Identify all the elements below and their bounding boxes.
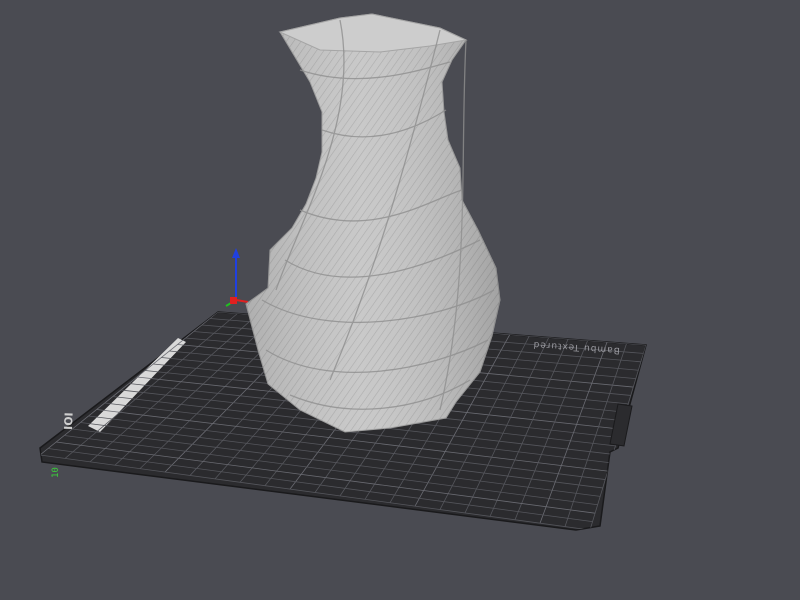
axes-gizmo <box>225 248 249 307</box>
scene-canvas[interactable]: Bambu Textured IOI 10 <box>0 0 800 600</box>
3d-viewport[interactable]: Bambu Textured IOI 10 <box>0 0 800 600</box>
plate-corner-label: IOI <box>62 412 76 430</box>
twisted-vase-model[interactable] <box>245 13 501 433</box>
axis-origin-marker <box>230 297 237 304</box>
origin-label: 10 <box>51 467 61 478</box>
z-axis-arrow-icon <box>232 248 240 258</box>
x-axis <box>235 299 249 303</box>
